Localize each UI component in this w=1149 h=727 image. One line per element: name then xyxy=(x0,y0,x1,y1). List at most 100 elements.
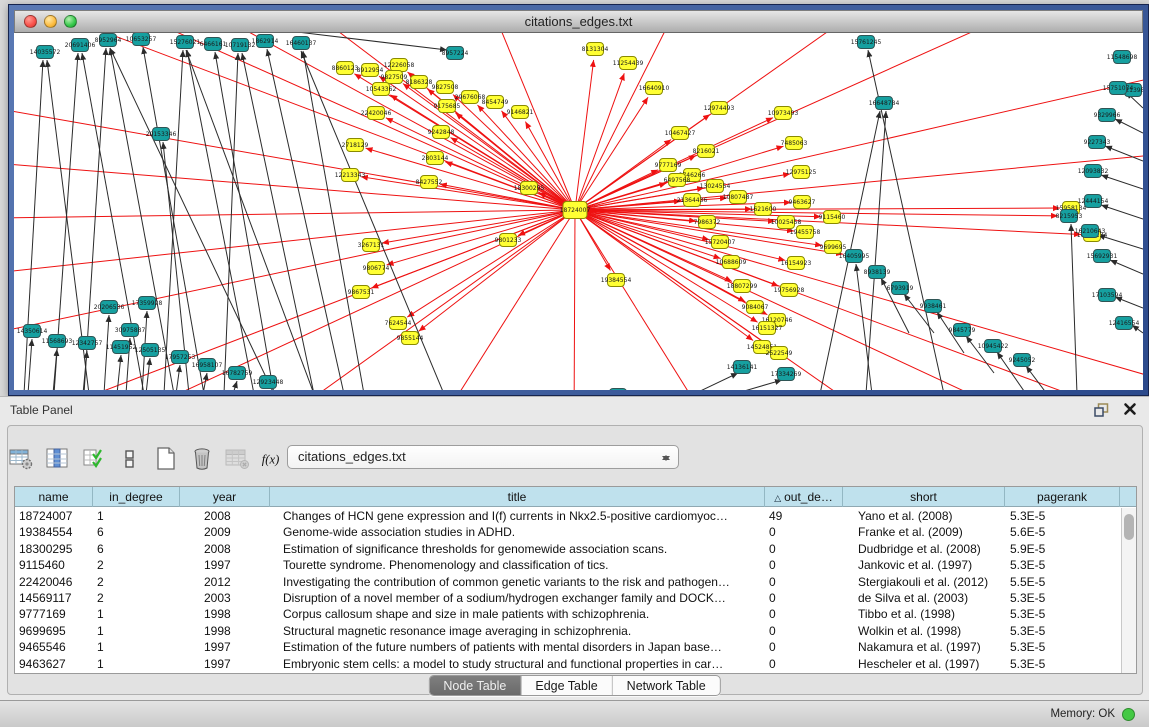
graph-node[interactable]: 14035572 xyxy=(30,46,61,59)
table-row[interactable]: 946554611997Estimation of the future num… xyxy=(15,639,1120,655)
red-citation-edge[interactable] xyxy=(419,210,575,331)
red-citation-edge[interactable] xyxy=(575,210,714,390)
table-row[interactable]: 977716911998Corpus callosum shape and si… xyxy=(15,606,1120,622)
black-citation-edge[interactable] xyxy=(104,315,109,390)
black-citation-edge[interactable] xyxy=(110,48,174,390)
graph-node[interactable]: 7485063 xyxy=(781,137,808,150)
table-row[interactable]: 1830029562008Estimation of significance … xyxy=(15,541,1120,557)
graph-node[interactable]: 8186328 xyxy=(406,76,433,89)
red-citation-edge[interactable] xyxy=(361,177,575,210)
close-window-button[interactable] xyxy=(24,15,37,28)
graph-node[interactable]: 16154923 xyxy=(781,257,812,270)
black-citation-edge[interactable] xyxy=(734,380,782,390)
select-rows-icon[interactable] xyxy=(80,446,107,472)
graph-node[interactable]: 22420046 xyxy=(361,107,392,120)
column-header-out_degree[interactable]: △out_de… xyxy=(765,487,843,507)
black-citation-edge[interactable] xyxy=(242,53,314,390)
red-citation-edge[interactable] xyxy=(575,210,1058,216)
graph-node[interactable]: 8131304 xyxy=(582,43,609,56)
red-citation-edge[interactable] xyxy=(14,210,575,333)
black-citation-edge[interactable] xyxy=(856,264,872,390)
graph-node[interactable]: 12505135 xyxy=(135,344,166,357)
graph-node[interactable]: 14350614 xyxy=(17,325,48,338)
graph-node[interactable]: 14136141 xyxy=(727,361,758,374)
red-citation-edge[interactable] xyxy=(575,210,1143,383)
table-row[interactable]: 1938455462009Genome-wide association stu… xyxy=(15,524,1120,540)
graph-node[interactable]: 16782759 xyxy=(222,367,253,380)
black-citation-edge[interactable] xyxy=(233,381,237,390)
graph-node[interactable]: 16405995 xyxy=(839,250,870,263)
graph-node[interactable]: 11254439 xyxy=(613,57,644,70)
black-citation-edge[interactable] xyxy=(267,49,344,390)
graph-node[interactable]: 11548698 xyxy=(1107,51,1138,64)
red-citation-edge[interactable] xyxy=(575,60,594,210)
graph-node[interactable]: 1621600 xyxy=(750,203,777,216)
graph-node[interactable]: 20153346 xyxy=(146,128,177,141)
graph-node[interactable]: 8912954 xyxy=(357,64,384,77)
black-citation-edge[interactable] xyxy=(176,365,180,390)
red-citation-edge[interactable] xyxy=(14,210,575,218)
graph-node[interactable]: 9777169 xyxy=(655,159,682,172)
network-window-titlebar[interactable]: citations_edges.txt xyxy=(14,10,1143,33)
show-column-icon[interactable] xyxy=(44,446,71,472)
tab-network-table[interactable]: Network Table xyxy=(613,676,720,695)
column-header-name[interactable]: name xyxy=(15,487,93,507)
graph-node[interactable]: 15720407 xyxy=(705,236,736,249)
black-citation-edge[interactable] xyxy=(164,50,183,390)
graph-node[interactable]: 9845779 xyxy=(949,324,976,337)
scrollbar-thumb[interactable] xyxy=(1124,514,1134,540)
graph-node[interactable]: 9855144 xyxy=(397,332,424,345)
table-row[interactable]: 1872400712008Changes of HCN gene express… xyxy=(15,508,1120,524)
table-row[interactable]: 911546021997Tourette syndrome. Phenomeno… xyxy=(15,557,1120,573)
graph-node[interactable]: 10807487 xyxy=(723,191,754,204)
graph-node[interactable]: 13024554 xyxy=(700,180,731,193)
graph-node[interactable]: 15761245 xyxy=(851,36,882,49)
column-header-pagerank[interactable]: pagerank xyxy=(1005,487,1120,507)
graph-node[interactable]: 9867531 xyxy=(348,286,375,299)
graph-node[interactable]: 9806774 xyxy=(363,262,390,275)
red-citation-edge[interactable] xyxy=(54,33,575,210)
graph-node[interactable]: 9175685 xyxy=(434,100,461,113)
graph-node[interactable]: 21364436 xyxy=(677,194,708,207)
tab-node-table[interactable]: Node Table xyxy=(429,676,521,695)
graph-node[interactable]: 10688609 xyxy=(716,256,747,269)
graph-node[interactable]: 9245052 xyxy=(1009,354,1036,367)
black-citation-edge[interactable] xyxy=(224,53,238,390)
graph-node[interactable]: 8454749 xyxy=(482,96,509,109)
graph-node[interactable]: 6466161 xyxy=(200,38,227,51)
graph-node[interactable]: 18724007 xyxy=(560,202,591,219)
red-citation-edge[interactable] xyxy=(575,208,1060,210)
column-header-in_degree[interactable]: in_degree xyxy=(93,487,180,507)
graph-node[interactable]: 12213343 xyxy=(335,169,366,182)
citation-graph[interactable]: 1872400718300295886012389129541222605898… xyxy=(14,33,1143,390)
black-citation-edge[interactable] xyxy=(28,339,32,390)
graph-node[interactable]: 9459012 xyxy=(605,389,632,391)
graph-node[interactable]: 16958107 xyxy=(192,359,223,372)
graph-node[interactable]: 11568693 xyxy=(42,335,73,348)
minimize-window-button[interactable] xyxy=(44,15,57,28)
column-header-short[interactable]: short xyxy=(843,487,1005,507)
graph-node[interactable]: 9146821 xyxy=(507,106,534,119)
black-citation-edge[interactable] xyxy=(1101,175,1143,189)
table-row[interactable]: 1456911722003Disruption of a novel membe… xyxy=(15,590,1120,606)
graph-node[interactable]: 16648784 xyxy=(869,97,900,110)
red-citation-edge[interactable] xyxy=(456,113,575,210)
tab-edge-table[interactable]: Edge Table xyxy=(521,676,612,695)
red-citation-edge[interactable] xyxy=(574,210,575,390)
column-header-title[interactable]: title xyxy=(270,487,765,507)
graph-node[interactable]: 12975125 xyxy=(786,166,817,179)
graph-node[interactable]: 15692931 xyxy=(1087,250,1118,263)
table-row[interactable]: 2242004622012Investigating the contribut… xyxy=(15,574,1120,590)
delete-column-icon[interactable] xyxy=(188,446,215,472)
close-panel-icon[interactable] xyxy=(1123,402,1137,416)
row-height-icon[interactable] xyxy=(116,446,143,472)
graph-node[interactable]: 15276021 xyxy=(170,36,201,49)
float-window-icon[interactable] xyxy=(1094,403,1109,417)
black-citation-edge[interactable] xyxy=(1026,366,1047,390)
graph-node[interactable]: 9827508 xyxy=(432,81,459,94)
graph-node[interactable]: 10945422 xyxy=(978,340,1009,353)
black-citation-edge[interactable] xyxy=(215,52,274,390)
column-header-year[interactable]: year xyxy=(180,487,270,507)
graph-node[interactable]: 17334269 xyxy=(771,368,802,381)
table-mode-icon[interactable] xyxy=(8,446,35,472)
